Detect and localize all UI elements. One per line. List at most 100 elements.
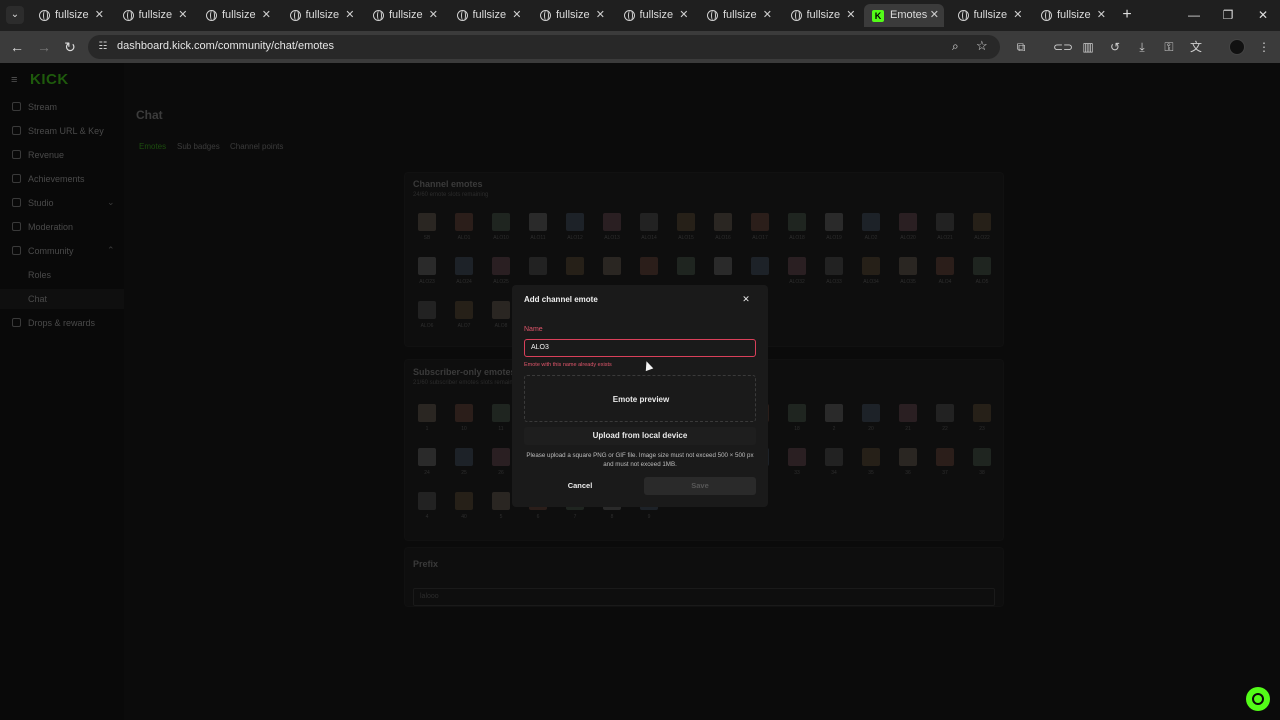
emote-thumbnail[interactable] [418, 301, 436, 319]
translate-icon[interactable]: 文 [1188, 39, 1204, 55]
tab-close-icon[interactable]: ✕ [763, 4, 772, 27]
emote-thumbnail[interactable] [603, 257, 621, 275]
emote-thumbnail[interactable] [825, 257, 843, 275]
tab-sub-badges[interactable]: Sub badges [177, 142, 220, 151]
browser-tab[interactable]: fullsize ✕ [530, 4, 610, 27]
cancel-button[interactable]: Cancel [524, 477, 636, 495]
tab-emotes[interactable]: Emotes [139, 142, 166, 151]
tab-search-icon[interactable]: ⌄ [6, 6, 24, 24]
close-window-icon[interactable]: ✕ [1256, 6, 1270, 24]
sidebar-item-moderation[interactable]: Moderation [0, 217, 124, 237]
emote-thumbnail[interactable] [825, 448, 843, 466]
emote-thumbnail[interactable] [862, 448, 880, 466]
tab-close-icon[interactable]: ✕ [429, 4, 438, 27]
emote-thumbnail[interactable] [492, 213, 510, 231]
tab-close-icon[interactable]: ✕ [95, 4, 104, 27]
emote-thumbnail[interactable] [603, 213, 621, 231]
browser-tab[interactable]: fullsize ✕ [196, 4, 276, 27]
browser-menu-icon[interactable]: ⋮ [1256, 39, 1272, 55]
help-chat-button[interactable] [1246, 687, 1270, 711]
chevron-icon[interactable]: ⌃ [107, 245, 115, 256]
emote-thumbnail[interactable] [640, 213, 658, 231]
tab-close-icon[interactable]: ✕ [846, 4, 855, 27]
sidebar-item-roles[interactable]: Roles [0, 265, 124, 285]
browser-tab[interactable]: fullsize ✕ [280, 4, 360, 27]
emote-thumbnail[interactable] [899, 213, 917, 231]
browser-tab[interactable]: fullsize ✕ [447, 4, 527, 27]
emote-thumbnail[interactable] [751, 257, 769, 275]
emote-thumbnail[interactable] [936, 404, 954, 422]
emote-thumbnail[interactable] [455, 301, 473, 319]
emote-thumbnail[interactable] [788, 213, 806, 231]
emote-thumbnail[interactable] [418, 213, 436, 231]
tab-close-icon[interactable]: ✕ [679, 4, 688, 27]
sidebar-item-stream-url-key[interactable]: Stream URL & Key [0, 121, 124, 141]
sidebar-item-studio[interactable]: Studio ⌄ [0, 193, 124, 213]
emote-thumbnail[interactable] [751, 213, 769, 231]
address-bar[interactable]: ☷ dashboard.kick.com/community/chat/emot… [88, 35, 1000, 59]
emote-thumbnail[interactable] [492, 448, 510, 466]
kick-logo[interactable]: KICK [30, 71, 69, 88]
forward-icon[interactable]: → [36, 39, 52, 55]
bookmark-star-icon[interactable]: ☆ [976, 38, 988, 54]
tab-close-icon[interactable]: ✕ [262, 4, 271, 27]
browser-tab[interactable]: fullsize ✕ [948, 4, 1028, 27]
upload-button[interactable]: Upload from local device [524, 427, 756, 445]
reload-icon[interactable]: ↻ [62, 39, 78, 55]
emote-thumbnail[interactable] [529, 257, 547, 275]
emote-thumbnail[interactable] [899, 404, 917, 422]
emote-thumbnail[interactable] [862, 257, 880, 275]
emote-thumbnail[interactable] [788, 448, 806, 466]
sidebar-item-chat[interactable]: Chat [0, 289, 124, 309]
sidebar-item-drops-rewards[interactable]: Drops & rewards [0, 313, 124, 333]
emote-thumbnail[interactable] [973, 448, 991, 466]
emote-thumbnail[interactable] [455, 257, 473, 275]
emote-thumbnail[interactable] [418, 492, 436, 510]
emote-thumbnail[interactable] [455, 404, 473, 422]
profile-avatar[interactable] [1229, 39, 1245, 55]
emote-thumbnail[interactable] [677, 213, 695, 231]
url-text[interactable]: dashboard.kick.com/community/chat/emotes [117, 40, 334, 52]
tab-close-icon[interactable]: ✕ [345, 4, 354, 27]
emote-thumbnail[interactable] [899, 257, 917, 275]
zoom-icon[interactable]: ⌕ [952, 39, 959, 54]
tab-close-icon[interactable]: ✕ [512, 4, 521, 27]
emote-thumbnail[interactable] [899, 448, 917, 466]
new-tab-button[interactable]: + [1120, 6, 1134, 24]
browser-tab[interactable]: fullsize ✕ [113, 4, 193, 27]
back-icon[interactable]: ← [9, 39, 25, 55]
emote-thumbnail[interactable] [455, 448, 473, 466]
emote-thumbnail[interactable] [973, 404, 991, 422]
tab-channel-points[interactable]: Channel points [230, 142, 283, 151]
site-info-icon[interactable]: ☷ [96, 40, 110, 54]
browser-tab[interactable]: fullsize ✕ [29, 4, 109, 27]
emote-thumbnail[interactable] [418, 404, 436, 422]
emote-thumbnail[interactable] [492, 404, 510, 422]
sidebar-item-revenue[interactable]: Revenue [0, 145, 124, 165]
link-icon[interactable]: ⊂⊃ [1053, 39, 1073, 55]
emote-name-field[interactable]: ALO3 [524, 339, 756, 357]
tab-close-icon[interactable]: ✕ [1097, 4, 1106, 27]
emote-thumbnail[interactable] [566, 213, 584, 231]
emote-thumbnail[interactable] [825, 213, 843, 231]
browser-tab[interactable]: K Emotes ✕ [864, 4, 944, 27]
emote-preview-area[interactable]: Emote preview [524, 375, 756, 422]
emote-thumbnail[interactable] [973, 257, 991, 275]
save-button[interactable]: Save [644, 477, 756, 495]
sidebar-item-community[interactable]: Community ⌃ [0, 241, 124, 261]
restore-window-icon[interactable]: ❐ [1221, 6, 1235, 24]
emote-thumbnail[interactable] [566, 257, 584, 275]
tab-close-icon[interactable]: ✕ [1013, 4, 1022, 27]
emote-thumbnail[interactable] [640, 257, 658, 275]
emote-thumbnail[interactable] [492, 301, 510, 319]
emote-thumbnail[interactable] [936, 448, 954, 466]
emote-thumbnail[interactable] [455, 213, 473, 231]
minimize-window-icon[interactable]: — [1187, 6, 1201, 24]
download-icon[interactable]: ⤓ [1134, 39, 1150, 55]
emote-thumbnail[interactable] [418, 448, 436, 466]
browser-tab[interactable]: fullsize ✕ [363, 4, 443, 27]
emote-thumbnail[interactable] [973, 213, 991, 231]
emote-thumbnail[interactable] [862, 213, 880, 231]
sidebar-item-stream[interactable]: Stream [0, 97, 124, 117]
history-icon[interactable]: ↺ [1107, 39, 1123, 55]
